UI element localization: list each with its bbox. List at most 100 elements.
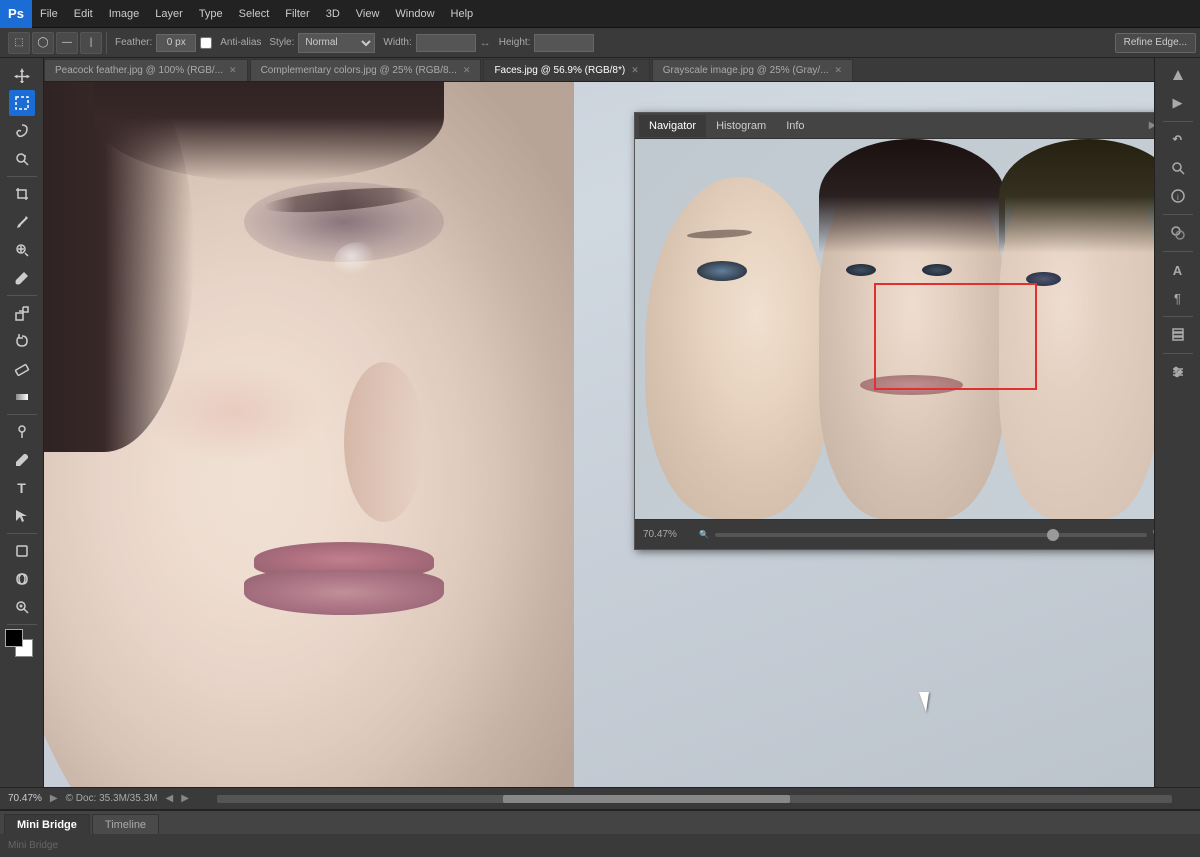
menu-edit[interactable]: Edit bbox=[66, 0, 101, 27]
paragraph-right-btn[interactable]: ¶ bbox=[1165, 285, 1191, 311]
tab-peacock-close[interactable]: ✕ bbox=[229, 65, 237, 76]
path-selection-tool[interactable] bbox=[9, 503, 35, 529]
timeline-tab[interactable]: Timeline bbox=[92, 814, 159, 834]
app-logo: Ps bbox=[0, 0, 32, 28]
canvas-area: Peacock feather.jpg @ 100% (RGB/... ✕ Co… bbox=[44, 58, 1154, 787]
menu-3d[interactable]: 3D bbox=[318, 0, 348, 27]
menu-select[interactable]: Select bbox=[231, 0, 278, 27]
layers-right-btn[interactable] bbox=[1165, 322, 1191, 348]
rotate-view-btn[interactable] bbox=[1165, 127, 1191, 153]
tab-complementary-label: Complementary colors.jpg @ 25% (RGB/8... bbox=[261, 65, 457, 76]
clone-stamp-tool[interactable] bbox=[9, 300, 35, 326]
tab-faces[interactable]: Faces.jpg @ 56.9% (RGB/8*) ✕ bbox=[483, 59, 649, 81]
panel-header: Navigator Histogram Info ▶▶ ≡ bbox=[635, 113, 1154, 139]
type-right-btn[interactable]: A bbox=[1165, 257, 1191, 283]
height-input[interactable] bbox=[534, 34, 594, 52]
status-arrow-icon[interactable]: ▶ bbox=[50, 793, 58, 804]
panel-header-icons: ▶▶ ≡ bbox=[1149, 120, 1154, 131]
status-nav-left[interactable]: ◀ bbox=[165, 793, 173, 804]
history-brush-tool[interactable] bbox=[9, 328, 35, 354]
tab-complementary-close[interactable]: ✕ bbox=[463, 65, 471, 76]
healing-brush-tool[interactable] bbox=[9, 237, 35, 263]
single-row-btn[interactable]: — bbox=[56, 32, 78, 54]
panel-expand-icon[interactable]: ▶▶ bbox=[1149, 120, 1154, 131]
foreground-color-swatch[interactable] bbox=[5, 629, 23, 647]
tool-separator-2 bbox=[7, 295, 37, 296]
antialias-checkbox[interactable] bbox=[200, 37, 212, 49]
right-separator-4 bbox=[1163, 316, 1193, 317]
single-column-btn[interactable]: | bbox=[80, 32, 102, 54]
selection-tools-group: ⬚ ◯ — | bbox=[4, 32, 107, 54]
status-doc-info: © Doc: 35.3M/35.3M bbox=[66, 793, 158, 804]
style-select[interactable]: Normal Fixed Ratio Fixed Size bbox=[298, 33, 375, 53]
zoom-slider-thumb[interactable] bbox=[1047, 529, 1059, 541]
elliptical-marquee-btn[interactable]: ◯ bbox=[32, 32, 54, 54]
zoom-out-icon[interactable]: 🔍 bbox=[699, 530, 709, 539]
navigator-panel: Navigator Histogram Info ▶▶ ≡ bbox=[634, 112, 1154, 550]
antialias-label: Anti-alias bbox=[220, 37, 261, 48]
status-bar: 70.47% ▶ © Doc: 35.3M/35.3M ◀ ▶ bbox=[0, 787, 1200, 809]
width-label: Width: bbox=[383, 37, 411, 48]
tool-separator-4 bbox=[7, 533, 37, 534]
options-toolbar: ⬚ ◯ — | Feather: Anti-alias Style: Norma… bbox=[0, 28, 1200, 58]
status-nav-right[interactable]: ▶ bbox=[181, 793, 189, 804]
color-right-btn[interactable] bbox=[1165, 220, 1191, 246]
shape-tool[interactable] bbox=[9, 538, 35, 564]
zoom-slider[interactable] bbox=[715, 533, 1147, 537]
zoom-in-icon[interactable]: 🔍 bbox=[1153, 526, 1154, 543]
dodge-tool[interactable] bbox=[9, 419, 35, 445]
menu-items: File Edit Image Layer Type Select Filter… bbox=[32, 0, 481, 27]
right-forward-btn[interactable]: ▶ bbox=[1165, 90, 1191, 116]
tools-panel: T bbox=[0, 58, 44, 787]
move-tool-btn[interactable] bbox=[9, 62, 35, 88]
info-right-btn[interactable]: i bbox=[1165, 183, 1191, 209]
bottom-content-label: Mini Bridge bbox=[8, 840, 58, 851]
menu-type[interactable]: Type bbox=[191, 0, 231, 27]
tools-options-right-btn[interactable] bbox=[1165, 359, 1191, 385]
zoom-tool[interactable] bbox=[9, 594, 35, 620]
menu-window[interactable]: Window bbox=[387, 0, 442, 27]
bottom-content: Mini Bridge bbox=[0, 834, 1200, 857]
main-area: T Peacock feather.jpg @ 100% (RG bbox=[0, 58, 1200, 787]
crop-tool[interactable] bbox=[9, 181, 35, 207]
feather-input[interactable] bbox=[156, 34, 196, 52]
tool-separator-3 bbox=[7, 414, 37, 415]
refine-edge-button[interactable]: Refine Edge... bbox=[1115, 33, 1196, 53]
tab-faces-close[interactable]: ✕ bbox=[631, 65, 639, 76]
gradient-tool[interactable] bbox=[9, 384, 35, 410]
navigator-tab[interactable]: Navigator bbox=[639, 115, 706, 137]
brush-tool[interactable] bbox=[9, 265, 35, 291]
tab-peacock[interactable]: Peacock feather.jpg @ 100% (RGB/... ✕ bbox=[44, 59, 248, 81]
tool-separator-1 bbox=[7, 176, 37, 177]
menu-view[interactable]: View bbox=[348, 0, 388, 27]
right-expand-btn[interactable] bbox=[1165, 62, 1191, 88]
pen-tool[interactable] bbox=[9, 447, 35, 473]
menu-layer[interactable]: Layer bbox=[147, 0, 191, 27]
rectangular-marquee-tool[interactable] bbox=[9, 90, 35, 116]
zoom-right-btn[interactable] bbox=[1165, 155, 1191, 181]
histogram-tab[interactable]: Histogram bbox=[706, 115, 776, 137]
width-input[interactable] bbox=[416, 34, 476, 52]
type-tool[interactable]: T bbox=[9, 475, 35, 501]
menu-filter[interactable]: Filter bbox=[277, 0, 317, 27]
menu-file[interactable]: File bbox=[32, 0, 66, 27]
canvas-viewport[interactable]: Navigator Histogram Info ▶▶ ≡ bbox=[44, 82, 1154, 787]
quick-selection-tool[interactable] bbox=[9, 146, 35, 172]
tab-complementary[interactable]: Complementary colors.jpg @ 25% (RGB/8...… bbox=[250, 59, 482, 81]
color-swatches[interactable] bbox=[5, 629, 39, 663]
menu-help[interactable]: Help bbox=[443, 0, 482, 27]
rectangular-marquee-tool-btn[interactable]: ⬚ bbox=[8, 32, 30, 54]
eyedropper-tool[interactable] bbox=[9, 209, 35, 235]
mini-bridge-tab[interactable]: Mini Bridge bbox=[4, 814, 90, 834]
height-label: Height: bbox=[499, 37, 531, 48]
lasso-tool[interactable] bbox=[9, 118, 35, 144]
menu-image[interactable]: Image bbox=[101, 0, 148, 27]
navigator-preview[interactable] bbox=[635, 139, 1154, 519]
tab-grayscale-close[interactable]: ✕ bbox=[835, 65, 843, 76]
horizontal-scrollbar[interactable] bbox=[217, 795, 1172, 803]
eraser-tool[interactable] bbox=[9, 356, 35, 382]
3d-tool[interactable] bbox=[9, 566, 35, 592]
tab-grayscale[interactable]: Grayscale image.jpg @ 25% (Gray/... ✕ bbox=[652, 59, 853, 81]
info-tab[interactable]: Info bbox=[776, 115, 814, 137]
right-separator-3 bbox=[1163, 251, 1193, 252]
